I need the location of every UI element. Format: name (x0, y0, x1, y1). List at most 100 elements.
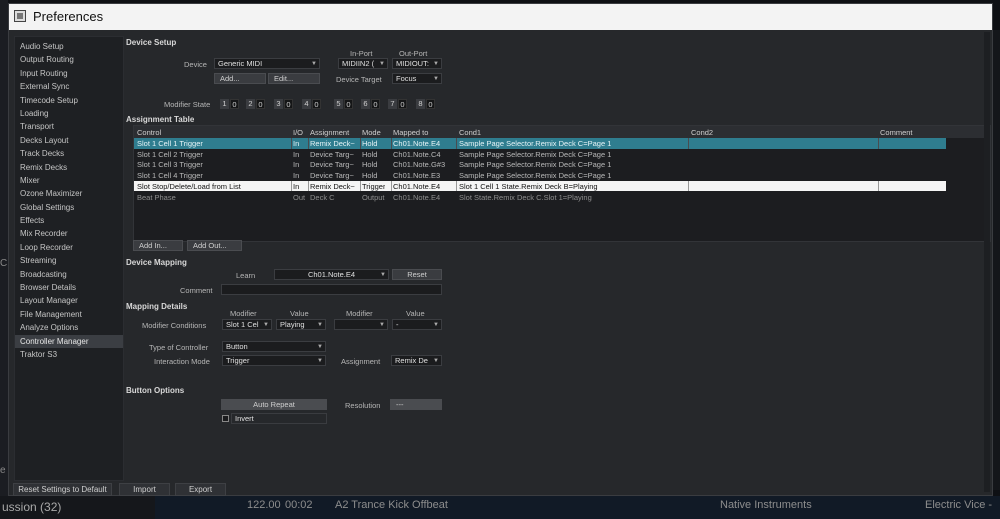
track-title: A2 Trance Kick Offbeat (335, 499, 448, 511)
vertical-scrollbar[interactable] (984, 32, 990, 492)
condition2-value-select[interactable]: - ▼ (392, 319, 442, 330)
sidebar-item-remix-decks[interactable]: Remix Decks (15, 161, 123, 174)
chevron-down-icon: ▼ (263, 322, 269, 328)
modifier-value-toggle[interactable]: 0 (398, 99, 407, 109)
sidebar-item-output-routing[interactable]: Output Routing (15, 53, 123, 66)
sidebar-item-traktor-s3[interactable]: Traktor S3 (15, 348, 123, 361)
out-port-select[interactable]: MIDIOUT: ▼ (392, 58, 442, 69)
sidebar-item-input-routing[interactable]: Input Routing (15, 67, 123, 80)
cell-divider (878, 180, 879, 192)
library-track-row[interactable]: 122.00 00:02 A2 Trance Kick Offbeat Nati… (155, 496, 1000, 519)
in-port-select[interactable]: MIDIIN2 ( ▼ (338, 58, 388, 69)
condition2-modifier-select[interactable]: ▼ (334, 319, 388, 330)
cell-divider (291, 138, 292, 149)
column-header-mode[interactable]: Mode (362, 128, 381, 137)
column-header-cond2[interactable]: Cond2 (691, 128, 713, 137)
sidebar-item-browser-details[interactable]: Browser Details (15, 281, 123, 294)
column-header-control[interactable]: Control (137, 128, 161, 137)
app-icon (14, 10, 26, 22)
sidebar-item-file-management[interactable]: File Management (15, 308, 123, 321)
cell-divider (391, 180, 392, 192)
add-device-button[interactable]: Add... (214, 73, 266, 84)
sidebar-item-broadcasting[interactable]: Broadcasting (15, 268, 123, 281)
auto-repeat-button[interactable]: Auto Repeat (221, 399, 327, 410)
track-release: Electric Vice - (925, 499, 993, 511)
table-row[interactable]: Slot 1 Cell 3 Trigger In Device Targ~ Hold C… (134, 159, 946, 170)
modifier-value-toggle[interactable]: 0 (284, 99, 293, 109)
edit-device-button[interactable]: Edit... (268, 73, 320, 84)
modifier-value-toggle[interactable]: 0 (230, 99, 239, 109)
resolution-field[interactable]: --- (390, 399, 442, 410)
table-row[interactable]: Slot 1 Cell 4 Trigger In Device Targ~ Hold C… (134, 170, 946, 181)
sidebar-item-ozone-maximizer[interactable]: Ozone Maximizer (15, 187, 123, 200)
sidebar-item-loop-recorder[interactable]: Loop Recorder (15, 241, 123, 254)
modifier-value-toggle[interactable]: 0 (312, 99, 321, 109)
modifier-value-toggle[interactable]: 0 (426, 99, 435, 109)
modifier-value-toggle[interactable]: 0 (371, 99, 380, 109)
sidebar-item-loading[interactable]: Loading (15, 107, 123, 120)
controller-manager-panel: Device Setup Device Generic MIDI ▼ Add..… (124, 36, 992, 481)
modifier-number: 6 (361, 99, 370, 109)
learn-select[interactable]: Ch01.Note.E4 ▼ (274, 269, 389, 280)
sidebar-item-streaming[interactable]: Streaming (15, 254, 123, 267)
column-header-comment[interactable]: Comment (880, 128, 913, 137)
comment-input[interactable] (221, 284, 442, 295)
invert-checkbox[interactable] (222, 415, 229, 422)
column-header-cond1[interactable]: Cond1 (459, 128, 481, 137)
cell-assignment: Device Targ~ (310, 149, 354, 159)
assignment-select[interactable]: Remix De ▼ (391, 355, 442, 366)
device-target-select[interactable]: Focus ▼ (392, 73, 442, 84)
column-header-mapped-to[interactable]: Mapped to (393, 128, 428, 137)
sidebar-item-timecode-setup[interactable]: Timecode Setup (15, 94, 123, 107)
sidebar-item-analyze-options[interactable]: Analyze Options (15, 321, 123, 334)
cell-assignment: Deck C (310, 192, 335, 202)
sidebar-item-decks-layout[interactable]: Decks Layout (15, 134, 123, 147)
table-header: Control I/O Assignment Mode Mapped to Co… (134, 126, 990, 138)
add-in-button[interactable]: Add In... (133, 240, 183, 251)
cell-mode: Output (362, 192, 385, 202)
sidebar-item-controller-manager[interactable]: Controller Manager (15, 334, 123, 348)
sidebar-item-global-settings[interactable]: Global Settings (15, 201, 123, 214)
column-header-io[interactable]: I/O (293, 128, 303, 137)
device-select[interactable]: Generic MIDI ▼ (214, 58, 320, 69)
mapping-details-heading: Mapping Details (126, 302, 188, 311)
sidebar-item-mixer[interactable]: Mixer (15, 174, 123, 187)
title-bar[interactable]: Preferences (9, 4, 992, 30)
cell-control: Slot 1 Cell 4 Trigger (137, 171, 203, 181)
chevron-down-icon: ▼ (317, 358, 323, 364)
sidebar-item-track-decks[interactable]: Track Decks (15, 147, 123, 160)
sidebar-item-mix-recorder[interactable]: Mix Recorder (15, 227, 123, 240)
modifier-value-toggle[interactable]: 0 (344, 99, 353, 109)
chevron-down-icon: ▼ (317, 322, 323, 328)
chevron-down-icon: ▼ (379, 322, 385, 328)
cell-mapped: Ch01.Note.E4 (393, 192, 441, 202)
cell-cond1: Sample Page Selector.Remix Deck C=Page 1 (459, 171, 612, 181)
modifier-value-toggle[interactable]: 0 (256, 99, 265, 109)
table-row[interactable]: Slot 1 Cell 2 Trigger In Device Targ~ Hold C… (134, 149, 946, 160)
export-button[interactable]: Export (175, 483, 226, 496)
interaction-mode-label: Interaction Mode (154, 357, 210, 366)
table-row[interactable]: Slot Stop/Delete/Load from List In Remix D… (134, 180, 946, 192)
type-of-controller-select[interactable]: Button ▼ (222, 341, 326, 352)
table-row[interactable]: Slot 1 Cell 1 Trigger In Remix Deck~ Hold Ch… (134, 138, 946, 149)
cell-cond1: Sample Page Selector.Remix Deck C=Page 1 (459, 139, 612, 148)
add-out-button[interactable]: Add Out... (187, 240, 242, 251)
condition1-modifier-select[interactable]: Slot 1 Cel ▼ (222, 319, 272, 330)
sidebar-item-transport[interactable]: Transport (15, 120, 123, 133)
invert-label: Invert (235, 414, 254, 423)
column-header-assignment[interactable]: Assignment (310, 128, 349, 137)
device-mapping-heading: Device Mapping (126, 258, 187, 267)
chevron-down-icon: ▼ (433, 322, 439, 328)
cell-cond1: Sample Page Selector.Remix Deck C=Page 1 (459, 149, 612, 159)
import-button[interactable]: Import (119, 483, 170, 496)
reset-settings-button[interactable]: Reset Settings to Default (13, 483, 112, 496)
sidebar-item-audio-setup[interactable]: Audio Setup (15, 40, 123, 53)
learn-label: Learn (236, 271, 256, 280)
sidebar-item-external-sync[interactable]: External Sync (15, 80, 123, 93)
table-row[interactable]: Beat Phase Out Deck C Output Ch01.Note.E4 Slo… (134, 192, 946, 203)
condition1-value-select[interactable]: Playing ▼ (276, 319, 326, 330)
interaction-mode-select[interactable]: Trigger ▼ (222, 355, 326, 366)
sidebar-item-effects[interactable]: Effects (15, 214, 123, 227)
sidebar-item-layout-manager[interactable]: Layout Manager (15, 294, 123, 307)
reset-mapping-button[interactable]: Reset (392, 269, 442, 280)
